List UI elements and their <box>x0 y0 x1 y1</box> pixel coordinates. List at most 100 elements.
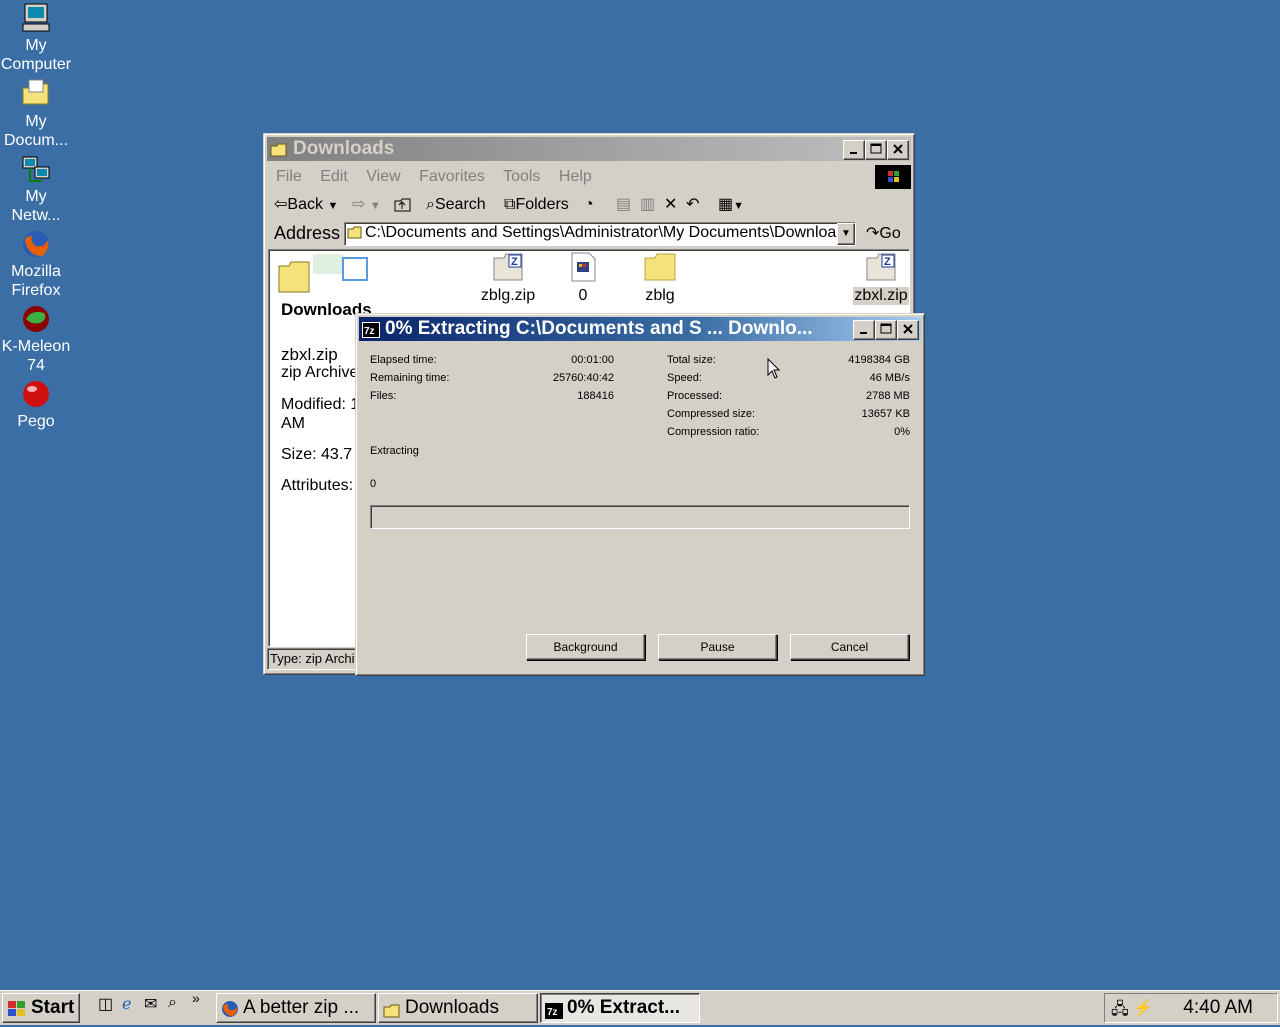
status-label: Extracting <box>370 445 419 457</box>
file-item[interactable]: Z zblg.zip <box>473 252 543 305</box>
windows-logo-icon <box>6 999 28 1027</box>
views-icon: ▦ <box>718 196 734 213</box>
file-item-selected[interactable]: Z zbxl.zip <box>853 252 909 305</box>
search-button[interactable]: ⌕Search <box>426 192 486 218</box>
stat-value: 00:01:00 <box>571 354 614 366</box>
stat-value: 25760:40:42 <box>552 372 614 384</box>
menu-file[interactable]: File <box>276 168 302 185</box>
desktop-icon-pego[interactable]: Pego <box>0 378 72 431</box>
menu-edit[interactable]: Edit <box>320 168 348 185</box>
stat-label: Compression ratio: <box>667 426 760 438</box>
menu-tools[interactable]: Tools <box>503 168 540 185</box>
details-size: Size: 43.7 <box>281 446 353 463</box>
views-button[interactable]: ▦▼ <box>718 192 744 218</box>
close-button[interactable] <box>887 140 909 160</box>
taskbar-button-downloads[interactable]: Downloads <box>378 993 538 1023</box>
stat-label: Compressed size: <box>667 408 756 420</box>
delete-icon[interactable]: ✕ <box>664 192 677 218</box>
folder-icon <box>347 226 363 245</box>
desktop-icon-my-network[interactable]: My Netw... <box>0 153 72 225</box>
stat-value: 0% <box>894 426 910 438</box>
svg-text:7z: 7z <box>364 326 375 337</box>
close-button[interactable] <box>897 320 919 340</box>
window-title: Downloads <box>293 138 395 159</box>
network-tray-icon[interactable]: 🖧 <box>1111 998 1129 1025</box>
internet-explorer-icon[interactable]: ℯ <box>122 994 131 1014</box>
computer-icon <box>20 2 52 34</box>
pause-button[interactable]: Pause <box>658 634 777 660</box>
details-modified: Modified: 1 <box>281 396 360 413</box>
address-field[interactable]: C:\Documents and Settings\Administrator\… <box>344 222 856 246</box>
taskbar-button-extract[interactable]: 7z 0% Extract... <box>540 993 700 1023</box>
task-label: 0% Extract... <box>567 997 680 1018</box>
minimize-button[interactable] <box>843 140 865 160</box>
details-attributes: Attributes: <box>281 477 354 494</box>
explorer-titlebar[interactable]: Downloads <box>267 137 911 161</box>
stat-value: 46 MB/s <box>869 372 910 384</box>
file-item[interactable]: 0 <box>563 252 603 305</box>
chevron-right-icon[interactable]: » <box>192 990 200 1006</box>
desktop-icon-label: Mozilla Firefox <box>11 263 61 299</box>
zip-icon: Z <box>866 253 896 281</box>
desktop-icon-label: My Netw... <box>11 188 61 224</box>
desktop-icon-label: K-Meleon 74 <box>1 338 71 374</box>
up-folder-icon[interactable] <box>394 192 412 218</box>
k-meleon-icon <box>20 303 52 335</box>
stat-label: Processed: <box>667 390 723 402</box>
extract-titlebar[interactable]: 7z 0% Extracting C:\Documents and S ... … <box>359 317 921 341</box>
search-icon[interactable]: ⌕ <box>168 994 177 1012</box>
folder-icon <box>383 1000 401 1022</box>
go-button[interactable]: ↷Go <box>866 223 901 243</box>
folder-icon <box>644 253 676 281</box>
outlook-express-icon[interactable]: ✉ <box>144 994 157 1014</box>
maximize-button[interactable] <box>865 140 887 160</box>
file-item[interactable]: zblg <box>625 252 695 305</box>
search-icon: ⌕ <box>426 196 435 213</box>
extract-dialog: 7z 0% Extracting C:\Documents and S ... … <box>355 313 925 676</box>
network-icon <box>20 153 52 185</box>
back-button[interactable]: ⇦Back ▼ <box>274 192 338 218</box>
folders-button[interactable]: ⧉Folders <box>504 192 569 218</box>
chevron-down-icon[interactable]: ▼ <box>327 200 338 212</box>
taskbar-button-firefox[interactable]: A better zip ... <box>216 993 376 1023</box>
undo-icon[interactable]: ↶ <box>686 192 699 218</box>
move-to-icon[interactable]: ▤ <box>616 192 631 218</box>
menu-view[interactable]: View <box>366 168 400 185</box>
maximize-button[interactable] <box>875 320 897 340</box>
folder-icon <box>20 78 52 110</box>
chevron-down-icon[interactable]: ▼ <box>837 223 855 245</box>
folders-icon: ⧉ <box>504 196 516 213</box>
desktop-icon-k-meleon[interactable]: K-Meleon 74 <box>0 303 72 375</box>
clock[interactable]: 4:40 AM <box>1183 997 1253 1019</box>
progress-bar <box>370 505 910 529</box>
desktop-icon-my-documents[interactable]: My Docum... <box>0 78 72 150</box>
quick-launch: ◫ ℯ ✉ ⌕ » <box>88 990 208 1020</box>
menu-bar: File Edit View Favorites Tools Help <box>276 168 606 190</box>
copy-to-icon[interactable]: ▥ <box>640 192 655 218</box>
mouse-cursor-icon <box>767 357 781 385</box>
stat-label: Elapsed time: <box>370 354 437 366</box>
tray-status-icon[interactable]: ⚡ <box>1133 998 1153 1018</box>
show-desktop-icon[interactable]: ◫ <box>98 994 113 1014</box>
desktop-icon-my-computer[interactable]: My Computer <box>0 2 72 74</box>
file-name: zbxl.zip <box>853 287 909 305</box>
chevron-down-icon: ▼ <box>733 200 745 212</box>
desktop-icon-firefox[interactable]: Mozilla Firefox <box>0 228 72 300</box>
desktop-icon-label: Pego <box>17 413 55 430</box>
address-label: Address <box>274 223 341 243</box>
stat-value: 13657 KB <box>861 408 910 420</box>
address-value: C:\Documents and Settings\Administrator\… <box>365 224 854 241</box>
folder-banner-icon <box>273 252 393 302</box>
7zip-icon: 7z <box>545 1000 563 1022</box>
minimize-button[interactable] <box>853 320 875 340</box>
status-text: Type: zip Archive <box>270 651 369 666</box>
menu-favorites[interactable]: Favorites <box>419 168 485 185</box>
menu-help[interactable]: Help <box>559 168 592 185</box>
stat-label: Speed: <box>667 372 702 384</box>
history-icon[interactable]: ◔ <box>584 192 594 218</box>
cancel-button[interactable]: Cancel <box>790 634 909 660</box>
start-label: Start <box>31 997 75 1018</box>
start-button[interactable]: Start <box>2 993 80 1023</box>
forward-button[interactable]: ⇨ ▼ <box>352 192 381 218</box>
background-button[interactable]: Background <box>526 634 645 660</box>
